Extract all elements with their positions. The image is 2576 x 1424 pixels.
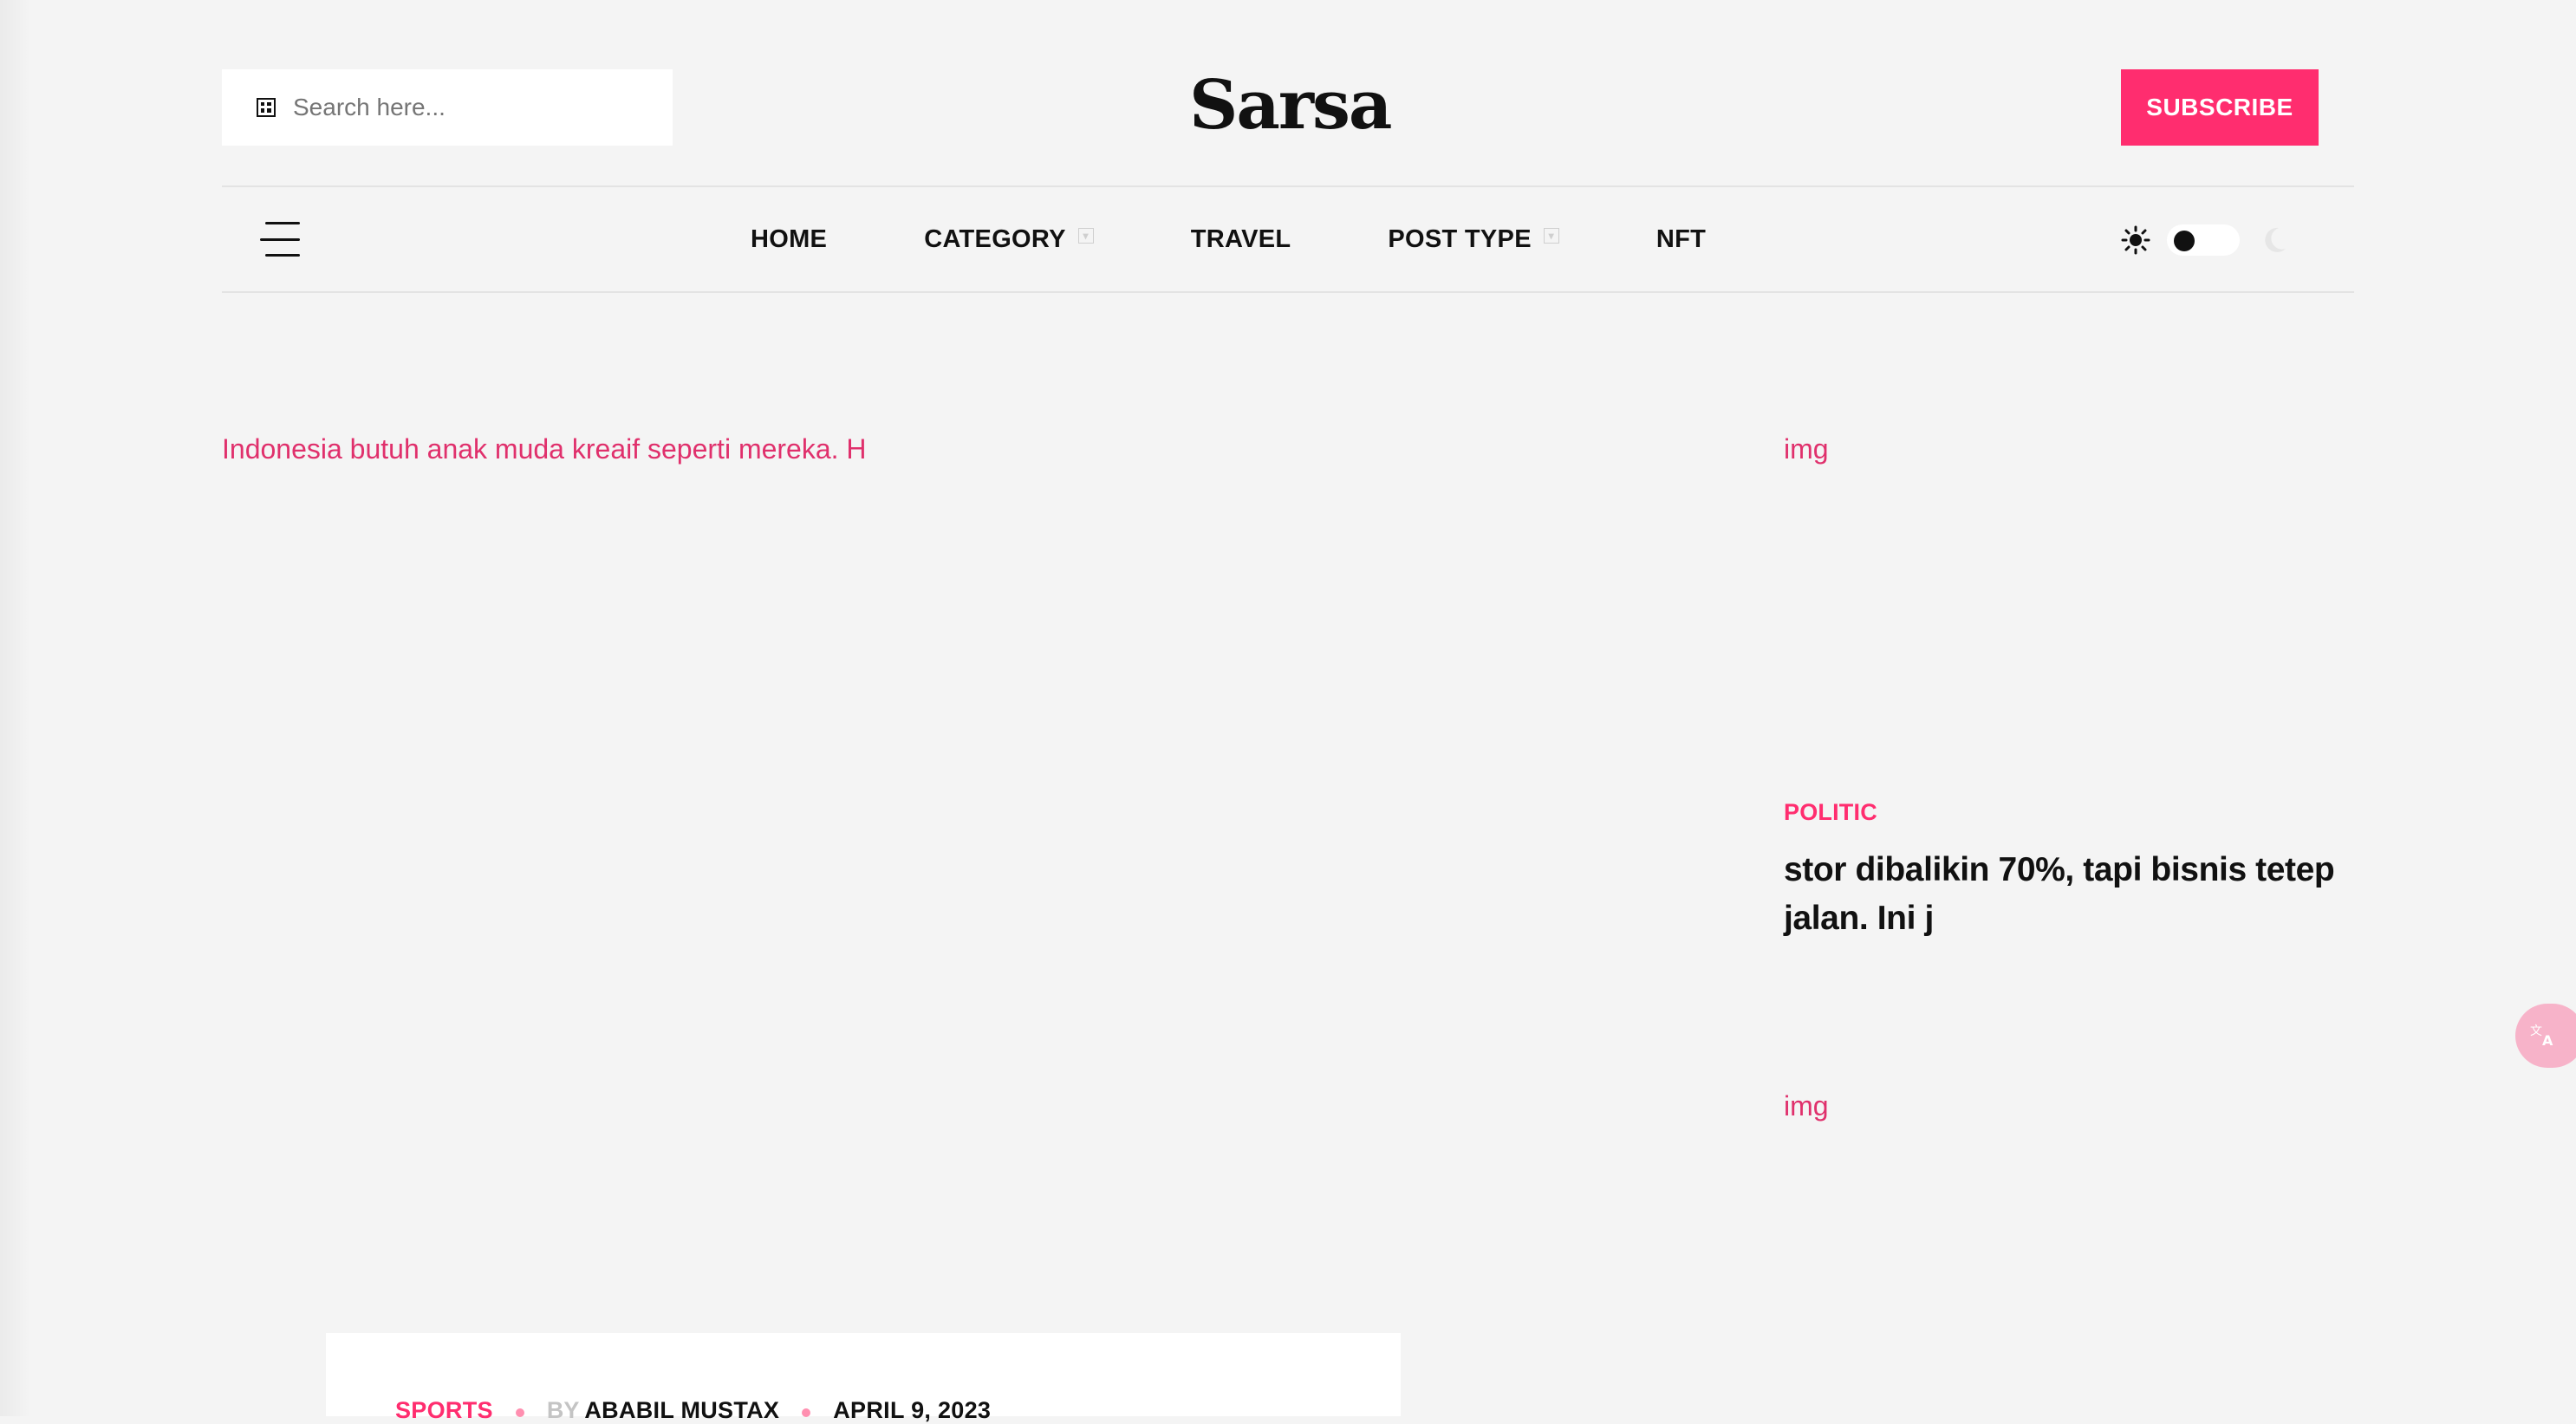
sidebar-post-title[interactable]: stor dibalikin 70%, tapi bisnis tetep ja… <box>1784 846 2339 943</box>
theme-toggle <box>2120 218 2363 262</box>
subscribe-button[interactable]: SUBSCRIBE <box>2121 69 2319 146</box>
search-icon <box>255 96 277 119</box>
dark-mode-switch[interactable] <box>2167 224 2240 256</box>
nav-item-nft[interactable]: NFT <box>1656 225 1706 254</box>
chevron-down-icon: ▾ <box>1543 228 1559 244</box>
nav-item-home[interactable]: HOME <box>751 225 827 254</box>
meta-separator <box>802 1408 811 1417</box>
svg-text:文: 文 <box>2530 1024 2542 1038</box>
nav-item-category[interactable]: CATEGORY ▾ <box>924 225 1094 254</box>
header-top: Sarsa SUBSCRIBE <box>0 0 2576 185</box>
hero-post-link[interactable]: Indonesia butuh anak muda kreaif seperti… <box>222 433 867 465</box>
chevron-down-icon: ▾ <box>1077 228 1094 244</box>
post-card: SPORTS BY ABABIL MUSTAX APRIL 9, 2023 <box>326 1333 1401 1423</box>
sidebar-category-label[interactable]: POLITIC <box>1784 799 1877 826</box>
post-meta: SPORTS BY ABABIL MUSTAX APRIL 9, 2023 <box>395 1397 991 1424</box>
sun-icon[interactable] <box>2120 224 2151 256</box>
nav-divider <box>222 291 2354 293</box>
moon-icon[interactable] <box>2257 224 2290 257</box>
nav-item-label: TRAVEL <box>1190 224 1291 253</box>
switch-knob <box>2174 231 2195 251</box>
post-category[interactable]: SPORTS <box>395 1397 493 1424</box>
sidebar-image-placeholder: img <box>1784 1090 1829 1122</box>
nav-item-label: CATEGORY <box>924 224 1066 253</box>
translate-icon: 文 A <box>2529 1019 2559 1053</box>
page-left-shade <box>0 0 31 1416</box>
nav-item-travel[interactable]: TRAVEL <box>1191 225 1291 254</box>
meta-separator <box>515 1408 524 1417</box>
site-logo[interactable]: Sarsa <box>1189 68 1392 143</box>
nav-item-label: POST TYPE <box>1388 224 1532 253</box>
menu-icon[interactable] <box>260 222 303 257</box>
main-nav: HOME CATEGORY ▾ TRAVEL POST TYPE ▾ NFT <box>222 187 2354 291</box>
nav-item-post-type[interactable]: POST TYPE ▾ <box>1388 224 1559 254</box>
nav-item-label: HOME <box>751 224 828 253</box>
translate-button[interactable]: 文 A <box>2515 1004 2576 1068</box>
nav-item-label: NFT <box>1656 224 1707 253</box>
svg-text:A: A <box>2542 1032 2553 1049</box>
nav-menu: HOME CATEGORY ▾ TRAVEL POST TYPE ▾ NFT <box>751 187 1803 291</box>
search-input[interactable] <box>291 93 638 122</box>
post-author[interactable]: ABABIL MUSTAX <box>584 1397 779 1424</box>
sidebar-image-placeholder: img <box>1784 433 1829 465</box>
search-box[interactable] <box>222 69 673 146</box>
by-label: BY <box>546 1397 580 1423</box>
post-date: APRIL 9, 2023 <box>833 1397 992 1423</box>
